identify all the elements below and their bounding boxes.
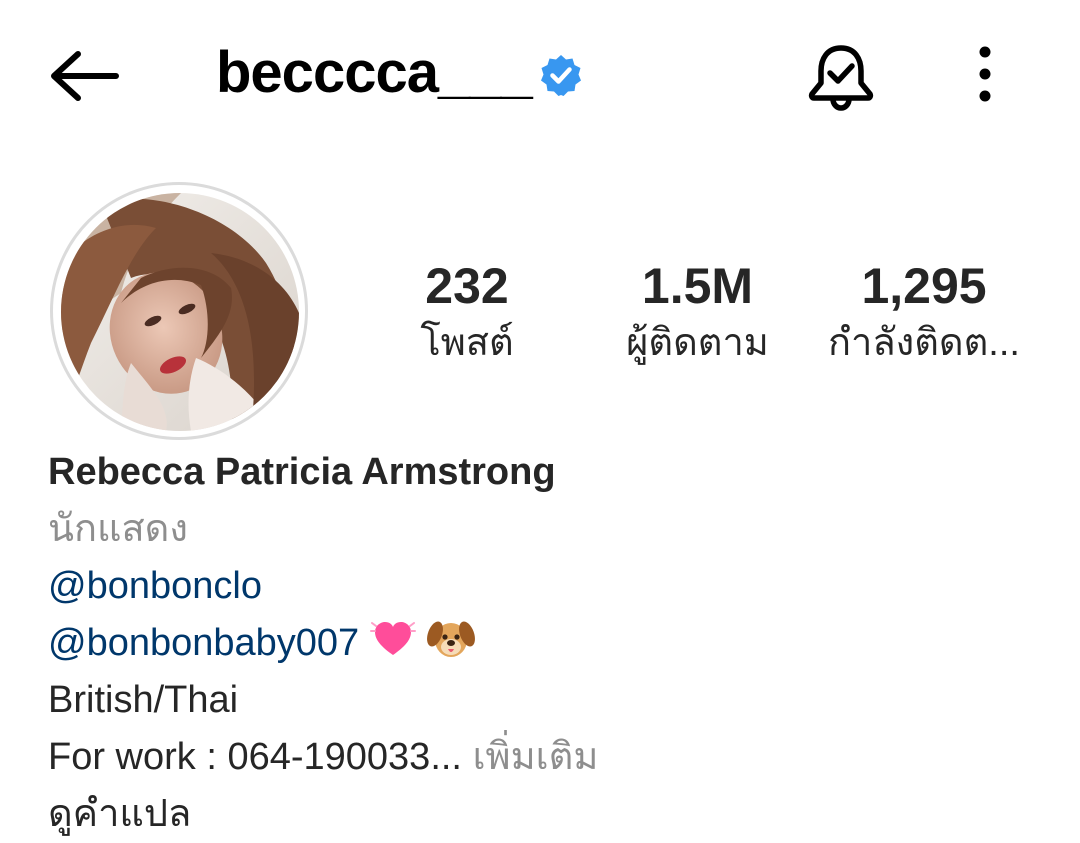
more-options-button[interactable] <box>960 42 1010 106</box>
heart-icon <box>369 622 416 655</box>
more-vertical-icon <box>979 46 991 102</box>
following-label: กำลังติดต... <box>828 322 1020 364</box>
notifications-button[interactable] <box>803 40 879 116</box>
bio-section: Rebecca Patricia Armstrong นักแสดง @bonb… <box>48 444 1048 843</box>
see-translation-link[interactable]: ดูคำแปล <box>48 786 1048 843</box>
posts-label: โพสต์ <box>420 322 514 364</box>
back-arrow-icon <box>51 51 119 101</box>
stat-posts[interactable]: 232 โพสต์ <box>372 255 562 369</box>
top-bar: becccca___ <box>0 0 1080 150</box>
work-line: For work : 064-190033... เพิ่มเติม <box>48 729 1048 786</box>
profile-photo <box>61 193 299 431</box>
dog-face-icon <box>427 621 476 657</box>
full-name: Rebecca Patricia Armstrong <box>48 451 556 493</box>
bell-check-icon <box>808 45 874 111</box>
avatar[interactable] <box>61 193 299 431</box>
mention-link-bonbonbaby007[interactable]: @bonbonbaby007 <box>48 622 359 664</box>
followers-label: ผู้ติดตาม <box>626 322 769 364</box>
verified-badge-icon <box>541 55 581 96</box>
posts-count: 232 <box>425 258 509 314</box>
mention-line-2: @bonbonbaby007 <box>48 615 1048 672</box>
stat-followers[interactable]: 1.5M ผู้ติดตาม <box>595 255 800 369</box>
following-count: 1,295 <box>861 258 987 314</box>
category-label: นักแสดง <box>48 508 188 550</box>
profile-username: becccca___ <box>216 40 533 105</box>
followers-count: 1.5M <box>641 258 754 314</box>
see-more-link[interactable]: เพิ่มเติม <box>473 736 599 778</box>
back-button[interactable] <box>44 44 124 108</box>
work-text: For work : 064-190033... <box>48 736 462 778</box>
stat-following[interactable]: 1,295 กำลังติดต... <box>818 255 1030 369</box>
country-line: British/Thai <box>48 679 239 721</box>
mention-link-bonbonclo[interactable]: @bonbonclo <box>48 558 1048 615</box>
